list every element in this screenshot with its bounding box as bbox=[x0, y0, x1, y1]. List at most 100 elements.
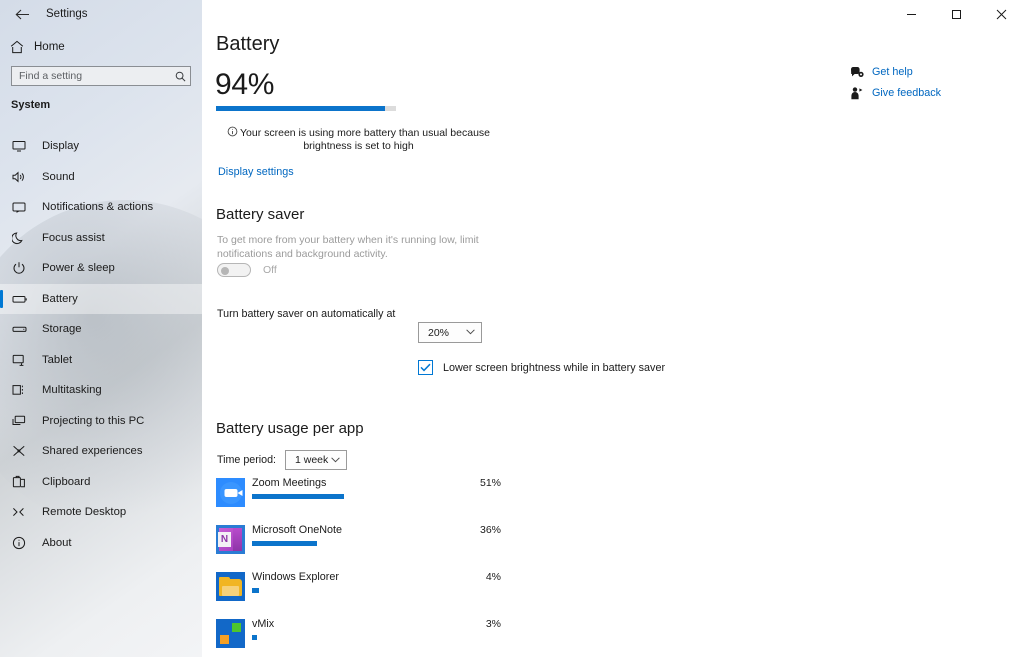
sidebar-item-multitasking[interactable]: Multitasking bbox=[0, 375, 202, 406]
back-button[interactable] bbox=[0, 0, 44, 28]
sidebar-item-label: Display bbox=[42, 140, 80, 153]
sidebar-item-projecting[interactable]: Projecting to this PC bbox=[0, 406, 202, 437]
clipboard-icon bbox=[12, 475, 34, 489]
sidebar-item-shared-experiences[interactable]: Shared experiences bbox=[0, 436, 202, 467]
battery-saver-toggle-row[interactable]: Off bbox=[217, 263, 277, 277]
sidebar-item-label: Focus assist bbox=[42, 231, 105, 244]
battery-usage-heading: Battery usage per app bbox=[216, 420, 364, 437]
info-icon bbox=[12, 536, 34, 550]
title-bar: Settings bbox=[0, 0, 1024, 28]
threshold-dropdown[interactable]: 20% bbox=[418, 322, 482, 343]
app-usage-percent: 36% bbox=[479, 524, 501, 536]
minimize-button[interactable] bbox=[889, 0, 934, 28]
info-circle-icon bbox=[227, 126, 238, 137]
sidebar-item-label: Projecting to this PC bbox=[42, 414, 145, 427]
give-feedback-row[interactable]: Give feedback bbox=[850, 83, 941, 103]
time-period-label: Time period: bbox=[217, 454, 276, 466]
lower-brightness-label: Lower screen brightness while in battery… bbox=[443, 361, 666, 374]
app-usage-fill bbox=[252, 494, 344, 499]
sidebar-item-clipboard[interactable]: Clipboard bbox=[0, 467, 202, 498]
sidebar-item-label: Notifications & actions bbox=[42, 201, 154, 214]
app-usage-row[interactable]: Zoom Meetings 51% bbox=[216, 476, 716, 523]
storage-icon bbox=[12, 322, 34, 336]
vmix-app-icon bbox=[216, 619, 245, 648]
sidebar-item-power-sleep[interactable]: Power & sleep bbox=[0, 253, 202, 284]
sidebar-section-label: System bbox=[11, 99, 51, 111]
auto-threshold-label: Turn battery saver on automatically at bbox=[217, 308, 396, 320]
app-usage-row[interactable]: vMix 3% bbox=[216, 617, 716, 657]
window-controls bbox=[889, 0, 1024, 28]
shared-experiences-icon bbox=[12, 444, 34, 458]
sidebar-item-label: Remote Desktop bbox=[42, 506, 127, 519]
display-settings-link[interactable]: Display settings bbox=[218, 166, 294, 178]
battery-level-bar bbox=[216, 106, 396, 111]
sidebar-item-home[interactable]: Home bbox=[0, 36, 202, 57]
app-usage-percent: 4% bbox=[485, 571, 501, 583]
toggle-knob bbox=[221, 267, 229, 275]
sidebar-item-label: Battery bbox=[42, 292, 78, 305]
explorer-app-icon bbox=[216, 572, 245, 601]
sidebar-item-remote-desktop[interactable]: Remote Desktop bbox=[0, 497, 202, 528]
chevron-down-icon bbox=[331, 456, 340, 465]
app-usage-fill bbox=[252, 588, 260, 593]
sidebar-item-battery[interactable]: Battery bbox=[0, 283, 202, 314]
power-icon bbox=[12, 261, 34, 275]
sidebar-nav-list: Display Sound Notifications & actions Fo… bbox=[0, 131, 202, 558]
remote-desktop-icon bbox=[12, 505, 34, 519]
app-usage-row[interactable]: N Microsoft OneNote 36% bbox=[216, 523, 716, 570]
sidebar-item-label: Power & sleep bbox=[42, 262, 115, 275]
sidebar-item-sound[interactable]: Sound bbox=[0, 162, 202, 193]
sidebar-item-notifications[interactable]: Notifications & actions bbox=[0, 192, 202, 223]
app-name: Microsoft OneNote bbox=[252, 524, 343, 536]
app-usage-track bbox=[252, 635, 512, 640]
sidebar: Home System Displa bbox=[0, 0, 202, 657]
maximize-button[interactable] bbox=[934, 0, 979, 28]
get-help-label[interactable]: Get help bbox=[872, 66, 913, 78]
time-period-dropdown[interactable]: 1 week bbox=[285, 450, 347, 470]
lower-brightness-checkbox[interactable] bbox=[418, 360, 433, 375]
battery-level-fill bbox=[216, 106, 386, 111]
tablet-icon bbox=[12, 353, 34, 367]
page-title: Battery bbox=[216, 33, 280, 55]
moon-icon bbox=[12, 231, 34, 245]
app-usage-percent: 51% bbox=[479, 477, 501, 489]
battery-saver-heading: Battery saver bbox=[216, 206, 305, 223]
battery-saver-toggle-state: Off bbox=[263, 264, 277, 276]
app-usage-track bbox=[252, 588, 512, 593]
sidebar-item-focus-assist[interactable]: Focus assist bbox=[0, 223, 202, 254]
battery-icon bbox=[12, 292, 34, 306]
monitor-icon bbox=[12, 139, 34, 153]
home-icon bbox=[0, 40, 34, 54]
close-button[interactable] bbox=[979, 0, 1024, 28]
app-usage-track bbox=[252, 541, 512, 546]
zoom-app-icon bbox=[216, 478, 245, 507]
notification-icon bbox=[12, 200, 34, 214]
battery-warning-text: Your screen is using more battery than u… bbox=[239, 127, 490, 152]
get-help-row[interactable]: Get help bbox=[850, 62, 941, 82]
sidebar-item-about[interactable]: About bbox=[0, 528, 202, 559]
app-name: Zoom Meetings bbox=[252, 477, 327, 489]
lower-brightness-row[interactable]: Lower screen brightness while in battery… bbox=[418, 360, 665, 375]
app-usage-row[interactable]: Windows Explorer 4% bbox=[216, 570, 716, 617]
battery-percent: 94% bbox=[215, 68, 275, 101]
battery-warning: Your screen is using more battery than u… bbox=[216, 126, 501, 153]
time-period-value: 1 week bbox=[295, 454, 329, 466]
battery-saver-toggle[interactable] bbox=[217, 263, 251, 277]
sidebar-item-tablet[interactable]: Tablet bbox=[0, 345, 202, 376]
give-feedback-label[interactable]: Give feedback bbox=[872, 87, 941, 99]
help-links: Get help Give feedback bbox=[850, 62, 941, 104]
sidebar-item-storage[interactable]: Storage bbox=[0, 314, 202, 345]
sidebar-item-label: Sound bbox=[42, 170, 75, 183]
battery-saver-description: To get more from your battery when it's … bbox=[217, 234, 479, 260]
sidebar-item-label: Clipboard bbox=[42, 475, 91, 488]
app-usage-list: Zoom Meetings 51% N Microsoft OneNote 36… bbox=[216, 476, 716, 657]
search-input[interactable] bbox=[12, 70, 170, 82]
search-box[interactable] bbox=[11, 66, 191, 86]
search-icon[interactable] bbox=[170, 71, 190, 82]
main-content: Battery 94% Your screen is using more ba… bbox=[202, 0, 1024, 657]
app-name: Windows Explorer bbox=[252, 571, 340, 583]
settings-window: Settings Home Find a setting System Disp… bbox=[0, 0, 1024, 657]
sidebar-item-display[interactable]: Display bbox=[0, 131, 202, 162]
get-help-icon bbox=[850, 66, 872, 79]
sidebar-item-label: Tablet bbox=[42, 353, 73, 366]
